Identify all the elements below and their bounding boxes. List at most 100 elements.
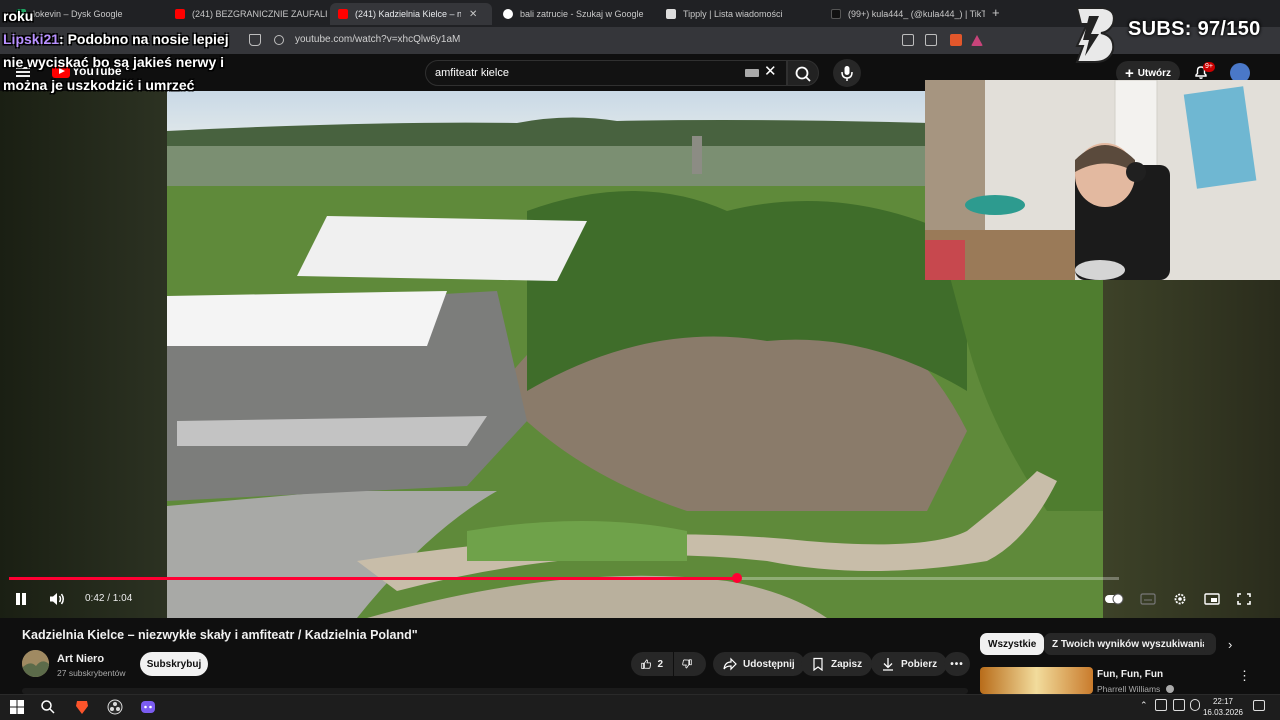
bookmark-icon[interactable] [249,34,261,46]
brave-browser-icon[interactable] [74,699,90,715]
recommendation-title[interactable]: Fun, Fun, Fun [1097,669,1163,680]
channel-subscriber-count: 27 subskrybentów [57,668,126,678]
close-tab-icon[interactable]: ✕ [469,9,477,20]
pause-icon[interactable] [14,592,28,606]
chevron-up-icon[interactable]: ⌃ [1140,700,1148,711]
microphone-icon [841,66,853,81]
microphone-tray-icon[interactable] [1190,699,1200,711]
recommendation-channel[interactable]: Pharrell Williams [1097,684,1174,694]
channel-name[interactable]: Art Niero [57,653,104,665]
youtube-icon [338,9,348,19]
site-info-icon[interactable] [274,35,284,45]
notification-badge: 9+ [1203,62,1215,72]
windows-taskbar [0,694,1280,720]
search-value: amfiteatr kielce [435,67,509,79]
gear-icon [1174,593,1186,605]
chip-from-search[interactable]: Z Twoich wyników wyszukiwania [1044,633,1216,655]
chat-colon: : [59,31,68,47]
save-button[interactable]: Zapisz [801,652,873,676]
tab-label: (99+) kula444_ (@kula444_) | TikTok [848,9,985,19]
chip-all[interactable]: Wszystkie [980,633,1045,655]
chat-overlay: roku Lipski21: Podobno na nosie lepiej n… [3,5,233,97]
keyboard-icon[interactable] [745,69,759,77]
voice-search-button[interactable] [833,59,861,87]
brave-rewards-icon[interactable] [971,35,983,46]
save-label: Zapisz [831,658,863,670]
search-input[interactable]: amfiteatr kielce [425,60,787,86]
brave-shield-icon[interactable] [950,34,962,46]
share-icon[interactable] [925,34,937,46]
windows-start-icon[interactable] [9,699,25,715]
fullscreen-button[interactable] [1236,592,1252,606]
plus-icon: + [1124,64,1134,82]
channel-avatar-image [22,650,49,677]
more-actions-button[interactable]: ••• [944,652,970,676]
share-label: Udostępnij [743,658,795,670]
chevron-right-icon[interactable]: › [1228,637,1232,652]
miniplayer-icon [1204,593,1220,605]
video-title: Kadzielnia Kielce – niezwykłe skały i am… [22,628,418,642]
dislike-button[interactable] [674,652,706,676]
create-label: Utwórz [1137,67,1172,79]
clock-date[interactable]: 16.03.2026 [1200,708,1246,717]
subtitles-button[interactable] [1140,592,1156,606]
toggle-icon [1105,593,1124,605]
notification-center-icon[interactable] [1253,700,1265,711]
channel-avatar[interactable] [22,650,49,677]
tab-tiktok[interactable]: (99+) kula444_ (@kula444_) | TikTok [823,3,985,25]
thumbs-down-icon [682,659,692,669]
download-button[interactable]: Pobierz [871,652,948,676]
volume-tray-icon[interactable] [1155,699,1167,711]
time-display: 0:42 / 1:04 [85,593,133,604]
tab-tipply[interactable]: Tipply | Lista wiadomości [658,3,820,25]
fullscreen-icon [1237,593,1251,605]
download-icon [883,658,893,671]
obs-icon[interactable] [107,699,123,715]
tab-google-search[interactable]: bali zatrucie - Szukaj w Google [495,3,655,25]
like-count: 2 [657,658,663,670]
more-dots-icon: ••• [950,658,964,670]
ambient-glow [0,91,167,618]
like-button[interactable]: 2 [631,652,673,676]
recommendation-channel-name: Pharrell Williams [1097,684,1161,694]
settings-button[interactable] [1172,592,1188,606]
more-vert-icon[interactable]: ⋮ [1238,668,1251,684]
webcam-feed [925,80,1280,280]
search-button[interactable] [787,60,819,86]
search-icon [795,66,811,82]
streamer-logo [1073,6,1121,64]
tipply-icon [666,9,676,19]
ambient-glow [1103,280,1280,618]
google-icon [503,9,513,19]
search-icon[interactable] [40,699,56,715]
miniplayer-button[interactable] [1204,592,1220,606]
subtitles-icon [1140,593,1156,605]
subscribe-button[interactable]: Subskrybuj [140,652,208,676]
subs-counter: SUBS: 97/150 [1128,18,1261,40]
tab-label: bali zatrucie - Szukaj w Google [520,9,644,19]
chip-partial[interactable] [1204,633,1214,655]
progress-played [9,577,738,580]
volume-icon[interactable] [48,591,66,607]
lightning-logo-icon [1075,7,1115,63]
network-tray-icon[interactable] [1173,699,1185,711]
cast-icon[interactable] [902,34,914,46]
bookmark-save-icon [813,657,823,671]
share-button[interactable]: Udostępnij [713,652,805,676]
tab-youtube-kadzielnia[interactable]: (241) Kadzielnia Kielce – niezwyk ✕ [330,3,492,25]
clear-search-icon[interactable]: ✕ [764,62,777,80]
thumbs-up-icon [641,659,652,669]
clock-time[interactable]: 22:17 [1206,697,1240,706]
verified-icon [1165,685,1174,693]
tiktok-icon [831,9,841,19]
autoplay-toggle[interactable] [1105,592,1124,606]
chat-username: Lipski21 [3,31,60,47]
new-tab-button[interactable]: + [992,5,1000,20]
chat-top-line: roku [3,8,34,24]
speaker-icon [50,593,64,605]
webcam-overlay [925,80,1280,280]
recommendation-thumbnail[interactable] [980,667,1093,694]
discord-icon[interactable] [140,699,156,715]
download-label: Pobierz [901,658,938,670]
url-field[interactable]: youtube.com/watch?v=xhcQlw6y1aM [295,34,460,45]
